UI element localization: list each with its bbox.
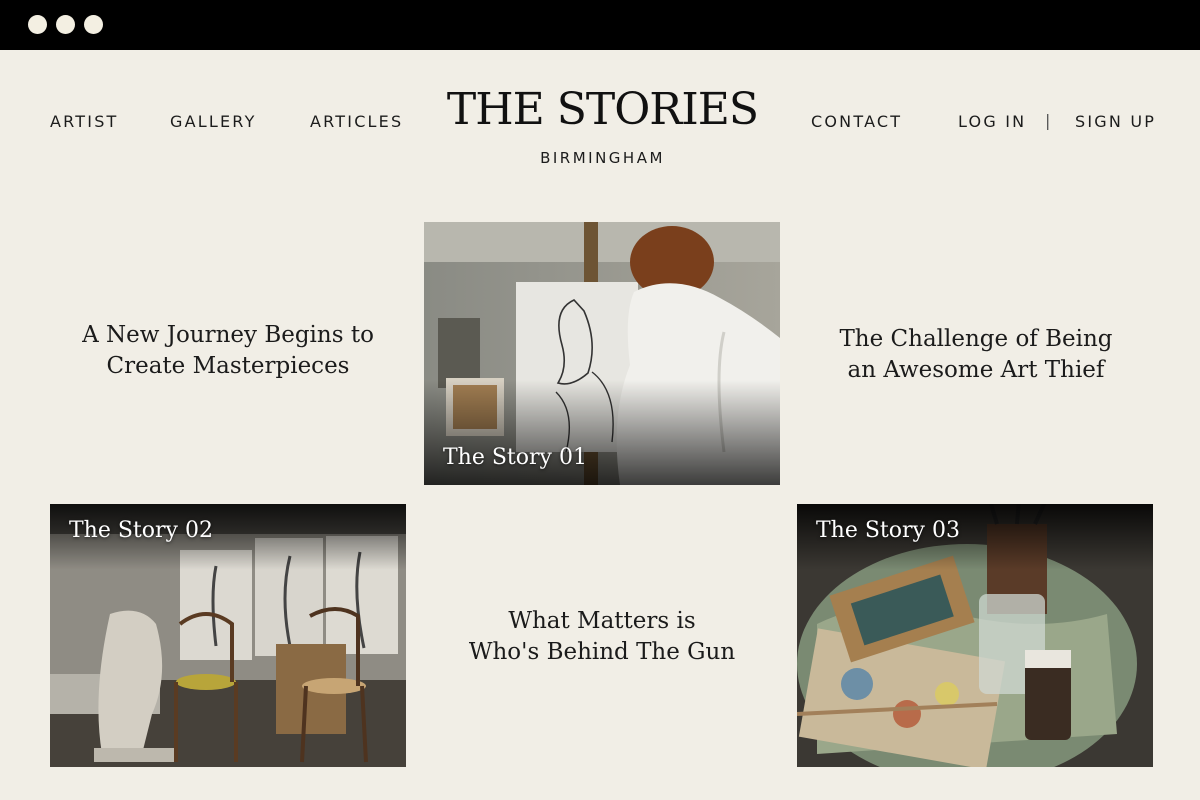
nav-contact[interactable]: CONTACT: [811, 112, 902, 131]
story-headline-line: an Awesome Art Thief: [847, 357, 1105, 383]
nav-articles[interactable]: ARTICLES: [310, 112, 403, 131]
story-headline-line: What Matters is: [508, 608, 696, 634]
window-dot-icon[interactable]: [56, 15, 75, 34]
site-location: BIRMINGHAM: [540, 149, 665, 167]
paint-supplies-photo: [797, 504, 1153, 767]
nav-artist[interactable]: ARTIST: [50, 112, 119, 131]
story-headline-line: Create Masterpieces: [106, 353, 350, 379]
story-headline-3[interactable]: What Matters is Who's Behind The Gun: [432, 606, 772, 668]
window-dot-icon[interactable]: [84, 15, 103, 34]
window-titlebar: [0, 0, 1200, 50]
nav-signup[interactable]: SIGN UP: [1075, 112, 1156, 131]
nav-separator: |: [1045, 111, 1051, 130]
story-card-1[interactable]: The Story 01: [424, 222, 780, 485]
story-headline-1[interactable]: A New Journey Begins to Create Masterpie…: [58, 320, 398, 382]
story-headline-line: A New Journey Begins to: [82, 322, 374, 348]
site-logo[interactable]: THE STORIES: [430, 84, 775, 135]
story-card-label: The Story 01: [443, 445, 587, 470]
window-dot-icon[interactable]: [28, 15, 47, 34]
story-card-2[interactable]: The Story 02: [50, 504, 406, 767]
studio-chairs-photo: [50, 504, 406, 767]
story-card-label: The Story 03: [816, 518, 960, 543]
story-card-3[interactable]: The Story 03: [797, 504, 1153, 767]
story-card-label: The Story 02: [69, 518, 213, 543]
story-headline-line: The Challenge of Being: [839, 326, 1113, 352]
story-headline-line: Who's Behind The Gun: [468, 639, 736, 665]
nav-login[interactable]: LOG IN: [958, 112, 1026, 131]
story-headline-2[interactable]: The Challenge of Being an Awesome Art Th…: [806, 324, 1146, 386]
nav-gallery[interactable]: GALLERY: [170, 112, 257, 131]
